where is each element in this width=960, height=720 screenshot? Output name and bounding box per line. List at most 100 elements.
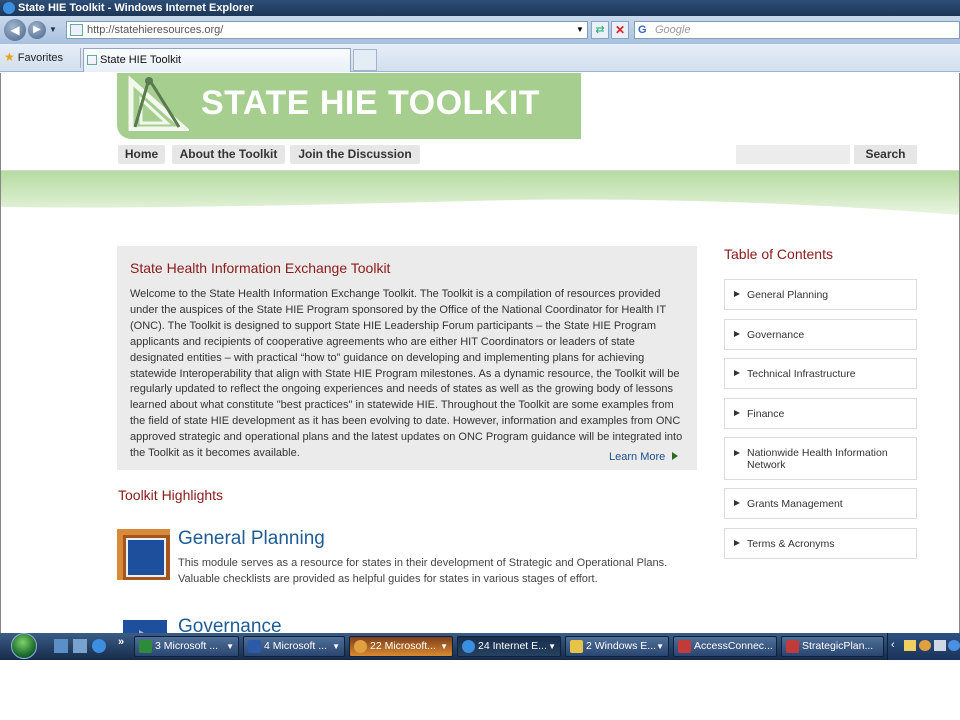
chevron-down-icon: ▼ — [548, 642, 556, 651]
taskbar-button-windows-explorer[interactable]: 2 Windows E... ▼ — [565, 636, 669, 657]
internet-explorer-icon — [3, 2, 15, 14]
start-button[interactable] — [6, 633, 42, 660]
site-search-input[interactable] — [736, 145, 850, 164]
learn-more-link[interactable]: Learn More — [609, 451, 665, 463]
drafting-tools-logo-icon — [128, 75, 189, 131]
toolkit-highlights-heading: Toolkit Highlights — [118, 487, 224, 503]
new-tab-button[interactable] — [353, 49, 377, 71]
arrow-right-icon — [734, 450, 740, 456]
arrow-right-icon — [734, 331, 740, 337]
screen: State HIE Toolkit - Windows Internet Exp… — [0, 0, 960, 660]
taskbar-button-label: AccessConnec... — [694, 640, 773, 652]
address-toolbar: ◀ ▶ ▼ http://statehieresources.org/ ▼ ⇄ … — [0, 16, 960, 44]
page-icon — [87, 55, 97, 65]
browser-tab[interactable]: State HIE Toolkit — [83, 48, 351, 72]
folder-icon — [570, 640, 583, 653]
taskbar-button-excel[interactable]: 3 Microsoft ... ▼ — [134, 636, 239, 657]
forward-button[interactable]: ▶ — [28, 21, 46, 39]
system-tray: ‹ — [887, 633, 960, 660]
window-title: State HIE Toolkit - Windows Internet Exp… — [18, 2, 254, 14]
taskbar-button-label: 4 Microsoft ... — [264, 640, 328, 652]
chevron-down-icon: ▼ — [332, 642, 340, 651]
toc-item-technical-infrastructure[interactable]: Technical Infrastructure — [724, 358, 917, 389]
page-icon — [70, 24, 83, 36]
site-title: STATE HIE TOOLKIT — [201, 84, 541, 122]
toc-item-grants-management[interactable]: Grants Management — [724, 488, 917, 519]
toc-item-general-planning[interactable]: General Planning — [724, 279, 917, 310]
star-icon: ★ — [4, 50, 15, 64]
welcome-title: State Health Information Exchange Toolki… — [130, 260, 391, 276]
refresh-button[interactable]: ⇄ — [591, 21, 609, 39]
toc-item-terms-and-acronyms[interactable]: Terms & Acronyms — [724, 528, 917, 559]
pdf-icon — [786, 640, 799, 653]
toc-item-nationwide-health-information-network[interactable]: Nationwide Health Information Network — [724, 437, 917, 480]
toc-item-label: Governance — [747, 329, 805, 341]
taskbar-button-internet-explorer[interactable]: 24 Internet E... ▼ — [457, 636, 561, 657]
governance-link[interactable]: Governance — [178, 616, 282, 633]
google-icon: G — [638, 24, 647, 36]
stop-button[interactable]: ✕ — [611, 21, 629, 39]
recent-pages-dropdown-icon[interactable]: ▼ — [49, 25, 57, 34]
pdf-icon — [678, 640, 691, 653]
taskbar-button-label: 22 Microsoft... — [370, 640, 436, 652]
nav-join-the-discussion[interactable]: Join the Discussion — [290, 145, 420, 164]
toc-item-finance[interactable]: Finance — [724, 398, 917, 429]
arrow-right-icon — [734, 540, 740, 546]
windows-taskbar: » 3 Microsoft ... ▼ 4 Microsoft ... ▼ 22… — [0, 633, 960, 660]
search-box[interactable]: G Google — [634, 21, 960, 39]
site-banner[interactable]: STATE HIE TOOLKIT — [117, 73, 581, 139]
windows-logo-icon — [11, 633, 37, 659]
taskbar-button-outlook[interactable]: 22 Microsoft... ▼ — [349, 636, 453, 657]
toc-heading: Table of Contents — [724, 246, 833, 262]
toc-item-label: General Planning — [747, 289, 829, 301]
taskbar-button-label: 24 Internet E... — [478, 640, 547, 652]
taskbar-button-word[interactable]: 4 Microsoft ... ▼ — [243, 636, 345, 657]
back-button[interactable]: ◀ — [4, 19, 26, 41]
internet-explorer-icon[interactable] — [92, 639, 106, 653]
internet-explorer-icon — [462, 640, 475, 653]
search-box-placeholder: Google — [655, 24, 691, 36]
taskbar-button-label: StrategicPlan... — [802, 640, 874, 652]
taskbar-button-strategicplan[interactable]: StrategicPlan... — [781, 636, 884, 657]
address-input[interactable]: http://statehieresources.org/ — [66, 21, 588, 39]
arrow-right-icon — [734, 410, 740, 416]
tab-title: State HIE Toolkit — [100, 54, 182, 66]
address-dropdown-icon[interactable]: ▼ — [576, 25, 584, 34]
toc-item-label: Nationwide Health Information Network — [747, 447, 888, 471]
excel-icon — [139, 640, 152, 653]
chevron-left-icon[interactable]: ‹ — [891, 639, 895, 651]
speech-bubble-icon[interactable] — [934, 640, 946, 651]
arrow-right-icon — [734, 370, 740, 376]
outlook-icon[interactable] — [919, 640, 931, 651]
taskbar-button-label: 3 Microsoft ... — [155, 640, 219, 652]
site-search-button[interactable]: Search — [854, 145, 917, 164]
mail-icon[interactable] — [904, 640, 916, 651]
taskbar-button-accessconnections[interactable]: AccessConnec... — [673, 636, 777, 657]
address-text: http://statehieresources.org/ — [87, 24, 224, 36]
taskbar-button-label: 2 Windows E... — [586, 640, 657, 652]
favorites-bar: ★ Favorites State HIE Toolkit — [0, 44, 960, 72]
favorites-button[interactable]: ★ Favorites — [4, 50, 63, 64]
general-planning-link[interactable]: General Planning — [178, 528, 325, 550]
nav-about-the-toolkit[interactable]: About the Toolkit — [172, 145, 285, 164]
decorative-green-wave — [1, 171, 959, 215]
quick-launch-more-icon[interactable]: » — [118, 636, 124, 648]
toc-item-label: Technical Infrastructure — [747, 368, 856, 380]
toc-item-governance[interactable]: Governance — [724, 319, 917, 350]
word-icon — [248, 640, 261, 653]
help-icon[interactable] — [948, 640, 960, 651]
nav-home[interactable]: Home — [118, 145, 165, 164]
arrow-right-icon — [734, 500, 740, 506]
chevron-down-icon: ▼ — [656, 642, 664, 651]
chevron-down-icon: ▼ — [440, 642, 448, 651]
toc-item-label: Terms & Acronyms — [747, 538, 835, 550]
general-planning-description: This module serves as a resource for sta… — [178, 557, 668, 585]
governance-module-icon[interactable] — [117, 616, 170, 633]
toc-item-label: Finance — [747, 408, 785, 420]
show-desktop-icon[interactable] — [54, 639, 68, 653]
general-planning-module-icon[interactable] — [117, 529, 170, 580]
switch-windows-icon[interactable] — [73, 639, 87, 653]
chevron-down-icon: ▼ — [226, 642, 234, 651]
welcome-text: Welcome to the State Health Information … — [130, 288, 683, 460]
arrow-right-icon[interactable] — [672, 452, 678, 460]
